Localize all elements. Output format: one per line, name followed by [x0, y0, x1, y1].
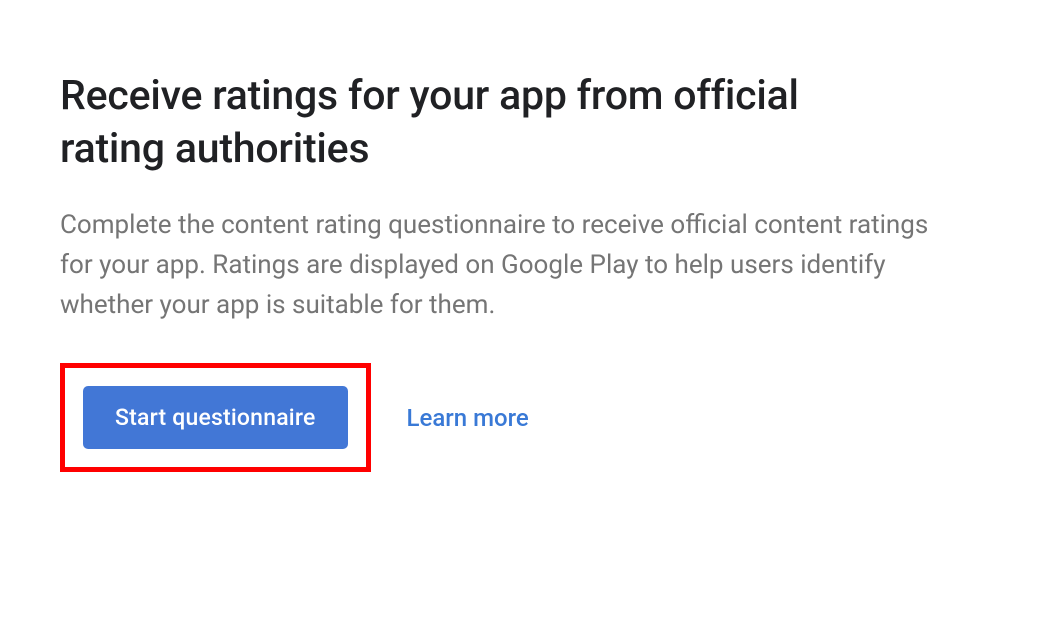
page-description: Complete the content rating questionnair… — [60, 205, 930, 326]
learn-more-link[interactable]: Learn more — [407, 404, 529, 432]
highlight-annotation: Start questionnaire — [60, 363, 371, 472]
page-heading: Receive ratings for your app from offici… — [60, 70, 840, 177]
start-questionnaire-button[interactable]: Start questionnaire — [83, 386, 348, 449]
actions-row: Start questionnaire Learn more — [60, 363, 1002, 472]
